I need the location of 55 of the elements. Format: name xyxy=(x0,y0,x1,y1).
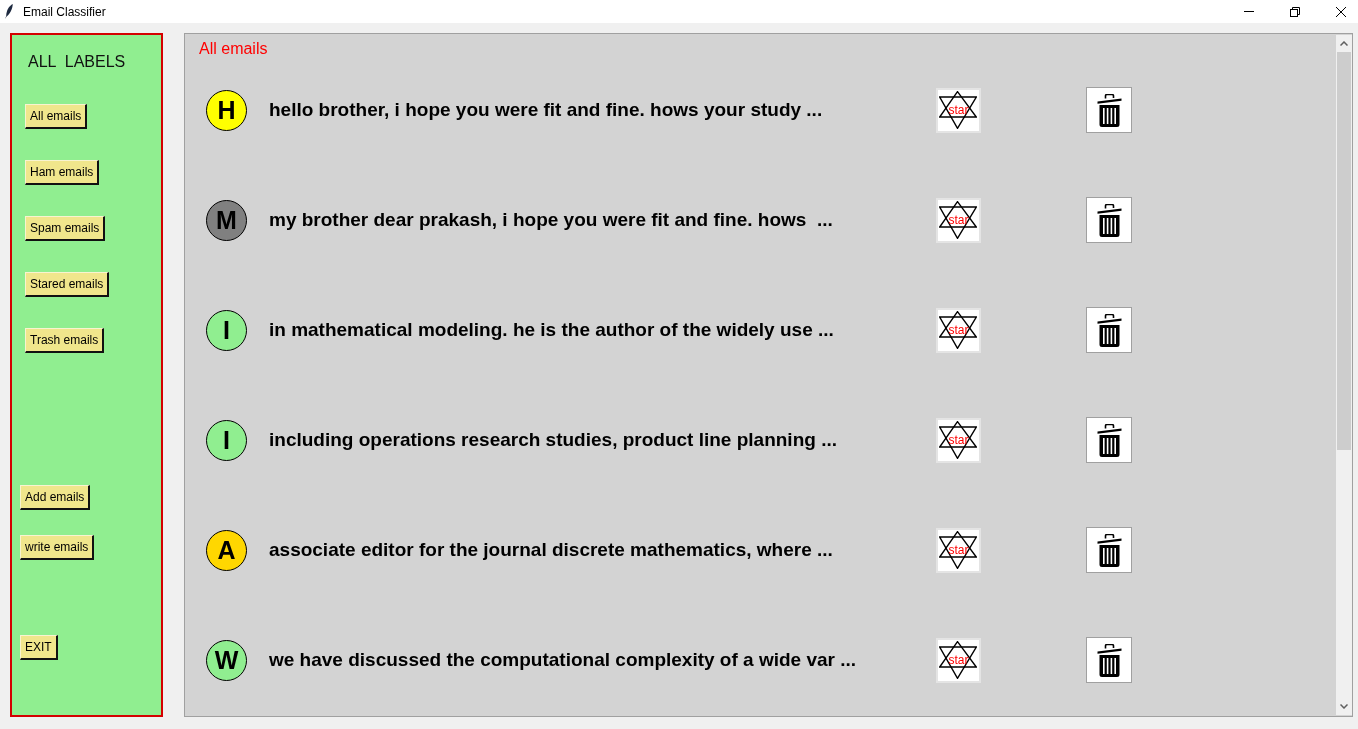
delete-button[interactable] xyxy=(1086,417,1132,463)
label-filter-button[interactable]: Stared emails xyxy=(25,272,110,297)
letter-avatar: M xyxy=(206,199,247,241)
delete-button[interactable] xyxy=(1086,527,1132,573)
delete-button[interactable] xyxy=(1086,87,1132,133)
hexagram-icon xyxy=(939,310,977,349)
email-preview: my brother dear prakash, i hope you were fit and fine. hows ... xyxy=(269,208,833,230)
chevron-down-icon[interactable] xyxy=(1340,704,1348,709)
star-button[interactable]: star xyxy=(936,307,981,353)
chevron-up-icon[interactable] xyxy=(1340,41,1348,46)
hexagram-icon xyxy=(939,530,977,569)
label-filter-button[interactable]: All emails xyxy=(25,104,88,129)
label-filter-button[interactable]: Ham emails xyxy=(25,160,100,185)
exit-button[interactable]: EXIT xyxy=(20,635,58,660)
trash-icon xyxy=(1096,203,1122,237)
feather-icon xyxy=(5,4,13,19)
email-preview: we have discussed the computational complexity of a wide var ... xyxy=(269,648,857,670)
close-icon xyxy=(1336,6,1346,17)
email-preview: in mathematical modeling. he is the author of the widely use ... xyxy=(269,318,834,340)
star-button[interactable]: star xyxy=(936,87,981,133)
trash-icon xyxy=(1096,643,1122,677)
hexagram-icon xyxy=(939,420,977,459)
hexagram-icon xyxy=(939,200,977,239)
letter-avatar: A xyxy=(206,529,247,571)
label-filter-button[interactable]: Spam emails xyxy=(25,216,106,241)
star-button[interactable]: star xyxy=(936,197,981,243)
restore-icon xyxy=(1290,6,1300,17)
delete-button[interactable] xyxy=(1086,637,1132,683)
action-button[interactable]: write emails xyxy=(20,535,95,560)
scrollbar[interactable] xyxy=(1336,35,1352,715)
window-title: Email Classifier xyxy=(23,5,106,18)
delete-button[interactable] xyxy=(1086,197,1132,243)
action-button[interactable]: Add emails xyxy=(20,485,91,510)
label-filter-button[interactable]: Trash emails xyxy=(25,328,105,353)
letter-avatar: W xyxy=(206,639,247,681)
trash-icon xyxy=(1096,533,1122,567)
hexagram-icon xyxy=(939,90,977,129)
delete-button[interactable] xyxy=(1086,307,1132,353)
list-heading: All emails xyxy=(199,40,268,57)
minimize-icon xyxy=(1244,11,1254,12)
trash-icon xyxy=(1096,313,1122,347)
email-preview: hello brother, i hope you were fit and fine. hows your study ... xyxy=(269,98,823,120)
hexagram-icon xyxy=(939,640,977,679)
star-button[interactable]: star xyxy=(936,417,981,463)
star-button[interactable]: star xyxy=(936,527,981,573)
sidebar-title: ALL LABELS xyxy=(28,52,126,72)
star-button[interactable]: star xyxy=(936,637,981,683)
scrollbar-thumb[interactable] xyxy=(1337,52,1351,450)
letter-avatar: I xyxy=(206,419,247,461)
email-preview: associate editor for the journal discrete mathematics, where ... xyxy=(269,538,833,560)
letter-avatar: H xyxy=(206,89,247,131)
trash-icon xyxy=(1096,423,1122,457)
trash-icon xyxy=(1096,93,1122,127)
email-preview: including operations research studies, product line planning ... xyxy=(269,428,837,450)
letter-avatar: I xyxy=(206,309,247,351)
